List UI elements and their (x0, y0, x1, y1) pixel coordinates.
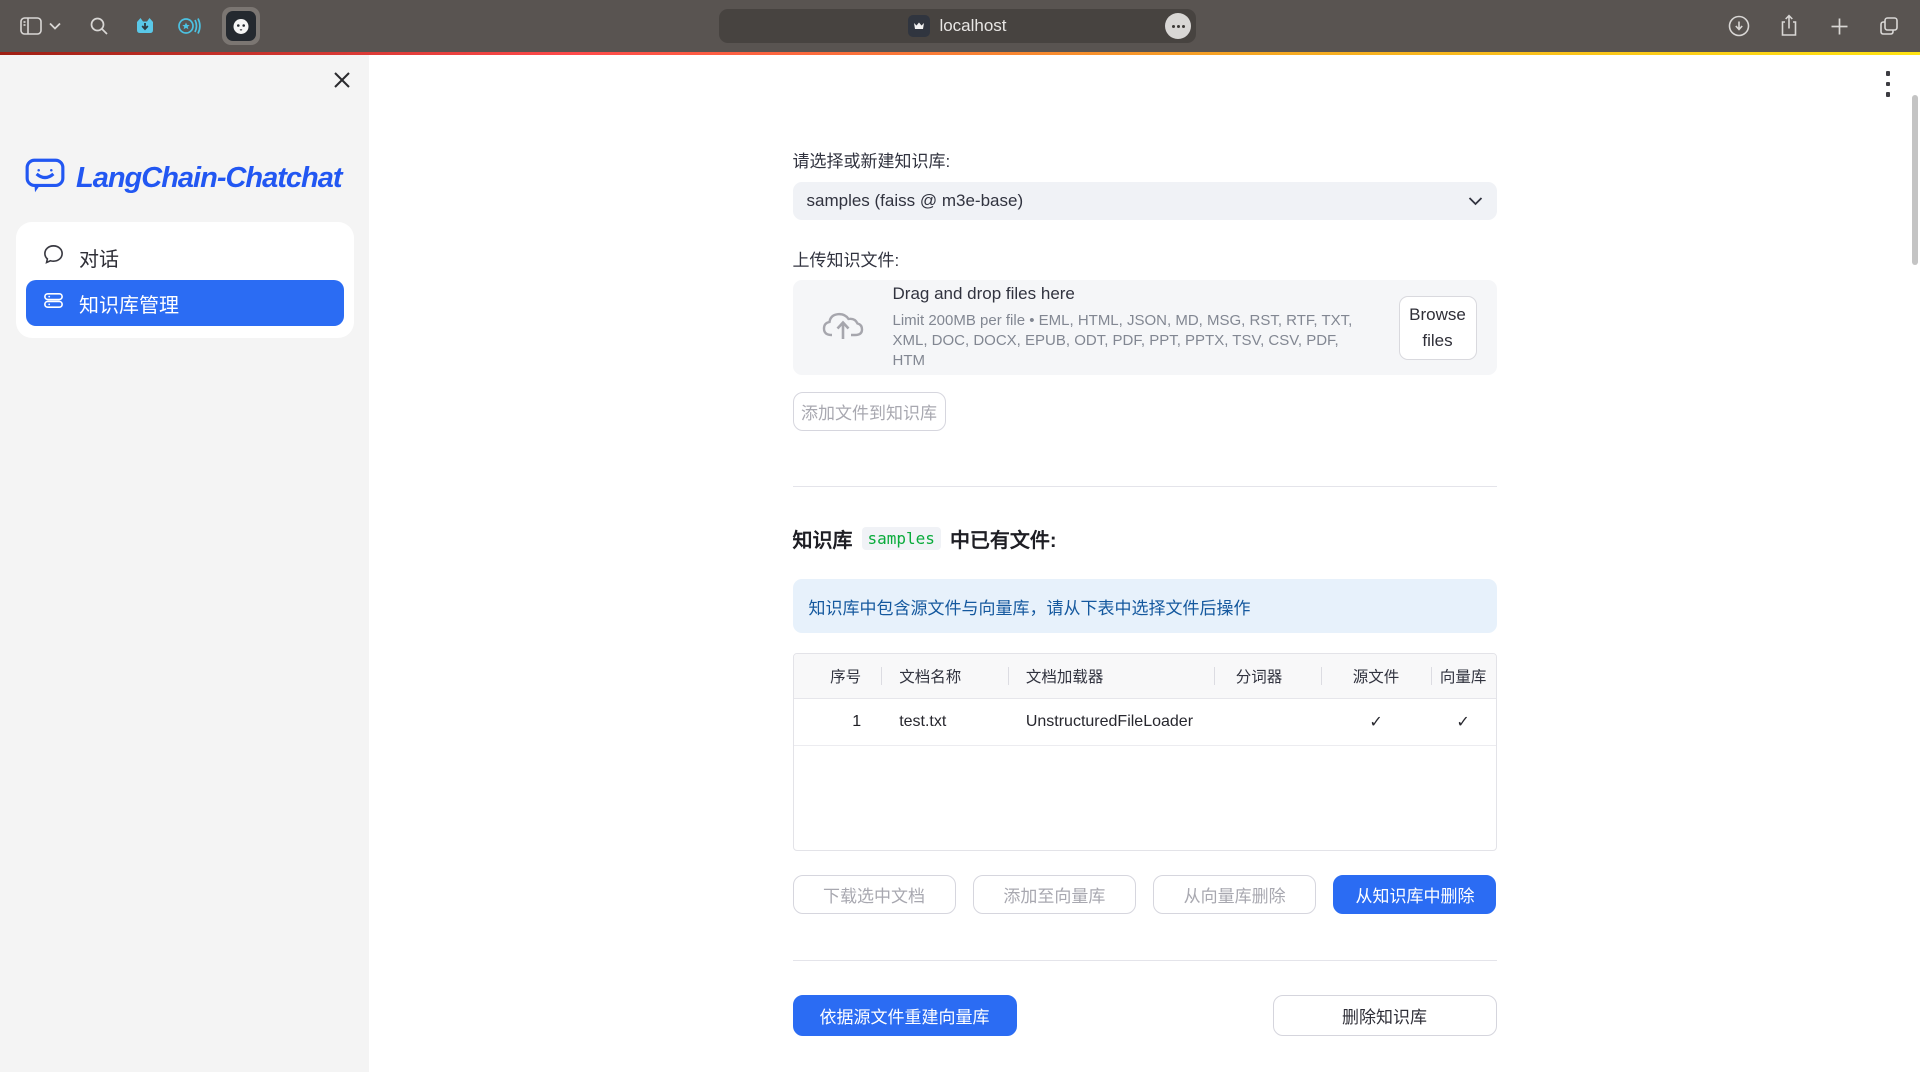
delete-from-kb-button[interactable]: 从知识库中删除 (1333, 875, 1496, 914)
app-menu-icon[interactable] (1882, 67, 1895, 101)
chat-bubble-icon (42, 243, 65, 272)
kb-files-table: 序号 文档名称 文档加载器 分词器 源文件 向量库 1 test.txt Uns… (793, 653, 1497, 851)
cell-splitter (1214, 698, 1322, 745)
cloud-upload-icon (821, 308, 865, 347)
kb-heading-suffix: 中已有文件: (950, 524, 1057, 553)
cat-extension-icon[interactable] (130, 11, 160, 41)
browser-toolbar: localhost (0, 0, 1920, 52)
col-header-doc-name[interactable]: 文档名称 (881, 654, 1008, 698)
sidebar-toggle-icon[interactable] (16, 11, 46, 41)
scrollbar-thumb[interactable] (1912, 95, 1918, 265)
col-header-index[interactable]: 序号 (794, 654, 882, 698)
circles-extension-icon[interactable] (174, 11, 204, 41)
cell-doc-name: test.txt (881, 698, 1008, 745)
delete-from-vectorstore-button[interactable]: 从向量库删除 (1153, 875, 1316, 914)
new-tab-icon[interactable] (1824, 11, 1854, 41)
sidebar-item-dialogue[interactable]: 对话 (26, 234, 344, 280)
col-header-source-file[interactable]: 源文件 (1321, 654, 1430, 698)
select-chevron-down-icon (1468, 191, 1483, 211)
logo-text: LangChain-Chatchat (76, 162, 342, 195)
add-to-vectorstore-button[interactable]: 添加至向量库 (973, 875, 1136, 914)
cell-vector-store-check: ✓ (1431, 698, 1496, 745)
uploader-label: 上传知识文件: (793, 246, 1497, 271)
kb-heading-prefix: 知识库 (793, 524, 853, 553)
bottom-actions: 依据源文件重建向量库 删除知识库 (793, 995, 1497, 1036)
row-actions: 下载选中文档 添加至向量库 从向量库删除 从知识库中删除 (793, 875, 1497, 914)
bottom-strip (0, 1072, 1920, 1080)
divider (793, 486, 1497, 487)
info-banner-text: 知识库中包含源文件与向量库，请从下表中选择文件后操作 (809, 594, 1251, 619)
add-files-to-kb-button[interactable]: 添加文件到知识库 (793, 392, 946, 431)
dropzone-limit: Limit 200MB per file • EML, HTML, JSON, … (893, 311, 1371, 372)
site-favicon-icon (908, 15, 930, 37)
kb-select[interactable]: samples (faiss @ m3e-base) (793, 182, 1497, 220)
sidebar-nav: 对话 知识库管理 (16, 222, 354, 338)
file-dropzone[interactable]: Drag and drop files here Limit 200MB per… (793, 280, 1497, 375)
sidebar-item-label: 知识库管理 (79, 289, 179, 318)
cell-index: 1 (794, 698, 882, 745)
col-header-vector-store[interactable]: 向量库 (1431, 654, 1496, 698)
chevron-down-icon[interactable] (48, 11, 62, 41)
kb-files-heading: 知识库 samples 中已有文件: (793, 524, 1497, 553)
kb-select-value: samples (faiss @ m3e-base) (807, 191, 1024, 211)
tab-overview-icon[interactable] (1874, 11, 1904, 41)
kb-select-label: 请选择或新建知识库: (793, 147, 1497, 172)
sidebar-item-label: 对话 (79, 243, 119, 272)
download-icon[interactable] (1724, 11, 1754, 41)
col-header-loader[interactable]: 文档加载器 (1008, 654, 1214, 698)
dropzone-title: Drag and drop files here (893, 284, 1371, 304)
sidebar: LangChain-Chatchat 对话 知识库管理 (0, 55, 369, 1072)
browse-files-button[interactable]: Browse files (1399, 296, 1477, 360)
table-header-row: 序号 文档名称 文档加载器 分词器 源文件 向量库 (794, 654, 1496, 698)
page-content: 请选择或新建知识库: samples (faiss @ m3e-base) 上传… (793, 55, 1497, 1036)
address-url: localhost (939, 16, 1006, 36)
kb-name-code: samples (862, 527, 941, 550)
sidebar-item-kb-management[interactable]: 知识库管理 (26, 280, 344, 326)
github-extension-icon[interactable] (222, 7, 260, 45)
rebuild-vectorstore-button[interactable]: 依据源文件重建向量库 (793, 995, 1017, 1036)
sidebar-close-icon[interactable] (329, 67, 355, 93)
cell-source-file-check: ✓ (1321, 698, 1430, 745)
cell-loader: UnstructuredFileLoader (1008, 698, 1214, 745)
address-bar[interactable]: localhost (719, 9, 1196, 43)
logo-chat-bubble-icon (24, 155, 66, 202)
main-area: 请选择或新建知识库: samples (faiss @ m3e-base) 上传… (369, 55, 1920, 1080)
search-icon[interactable] (84, 11, 114, 41)
divider (793, 960, 1497, 961)
table-row[interactable]: 1 test.txt UnstructuredFileLoader ✓ ✓ (794, 698, 1496, 745)
info-banner: 知识库中包含源文件与向量库，请从下表中选择文件后操作 (793, 579, 1497, 633)
database-icon (42, 289, 65, 318)
col-header-splitter[interactable]: 分词器 (1214, 654, 1322, 698)
delete-kb-button[interactable]: 删除知识库 (1273, 995, 1497, 1036)
app-logo: LangChain-Chatchat (24, 155, 342, 202)
download-selected-button[interactable]: 下载选中文档 (793, 875, 956, 914)
more-options-icon[interactable] (1165, 13, 1191, 39)
share-icon[interactable] (1774, 11, 1804, 41)
